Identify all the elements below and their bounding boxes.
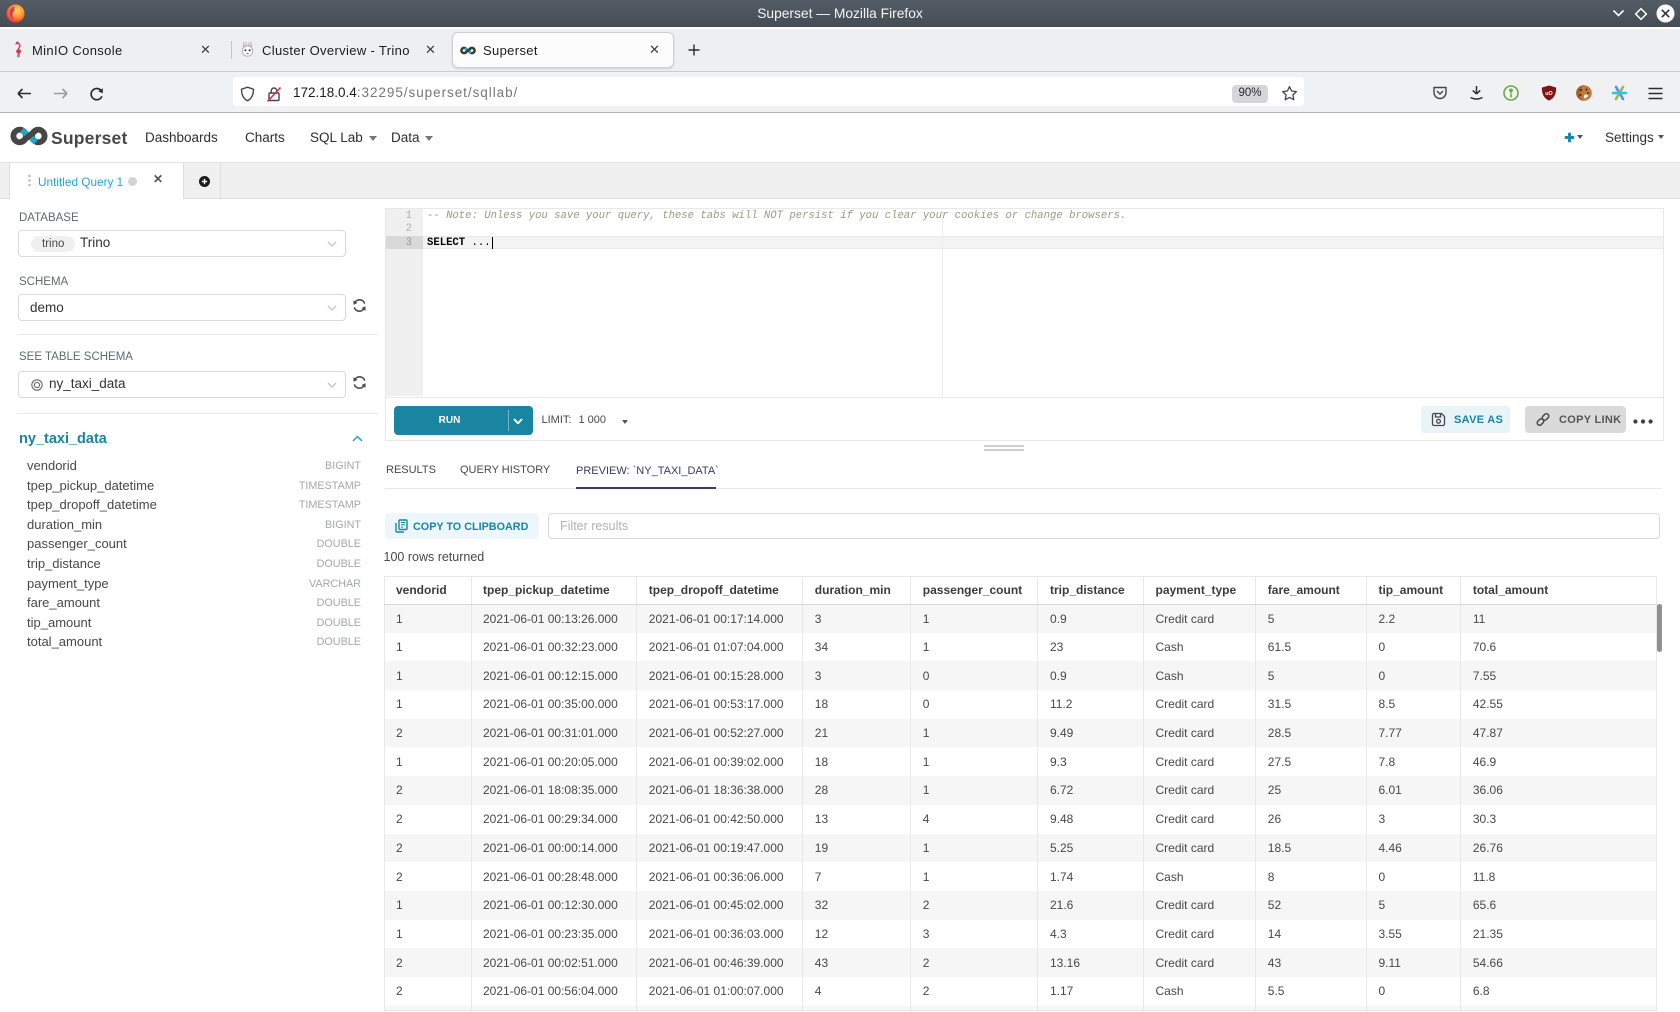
svg-text:uO: uO — [1545, 91, 1553, 97]
